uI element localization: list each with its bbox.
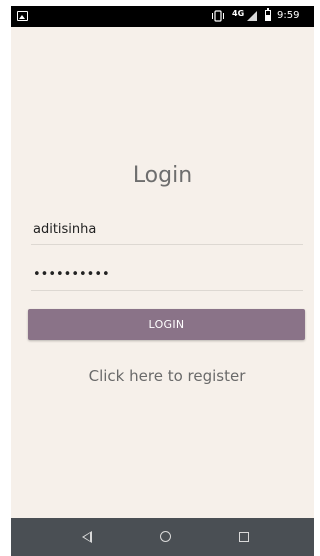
status-time: 9:59 [277,10,300,21]
username-value: aditisinha [33,222,97,237]
signal-icon [247,11,257,21]
login-button[interactable]: LOGIN [28,309,305,340]
recents-icon[interactable] [239,532,249,542]
password-value: •••••••••• [33,267,110,282]
vibrate-icon [211,10,225,22]
password-field[interactable]: •••••••••• [31,266,303,291]
image-icon [17,11,28,21]
status-bar: 4G 9:59 [11,6,314,27]
network-type: 4G [232,9,245,18]
page-title: Login [132,163,193,188]
back-icon[interactable] [82,531,92,543]
phone-screen: 4G 9:59 Login aditisinha •••••••••• LOGI… [11,6,314,556]
username-field[interactable]: aditisinha [31,220,303,245]
register-link[interactable]: Click here to register [11,367,314,385]
navigation-bar [11,518,314,556]
battery-icon [265,8,271,21]
home-icon[interactable] [160,531,171,542]
